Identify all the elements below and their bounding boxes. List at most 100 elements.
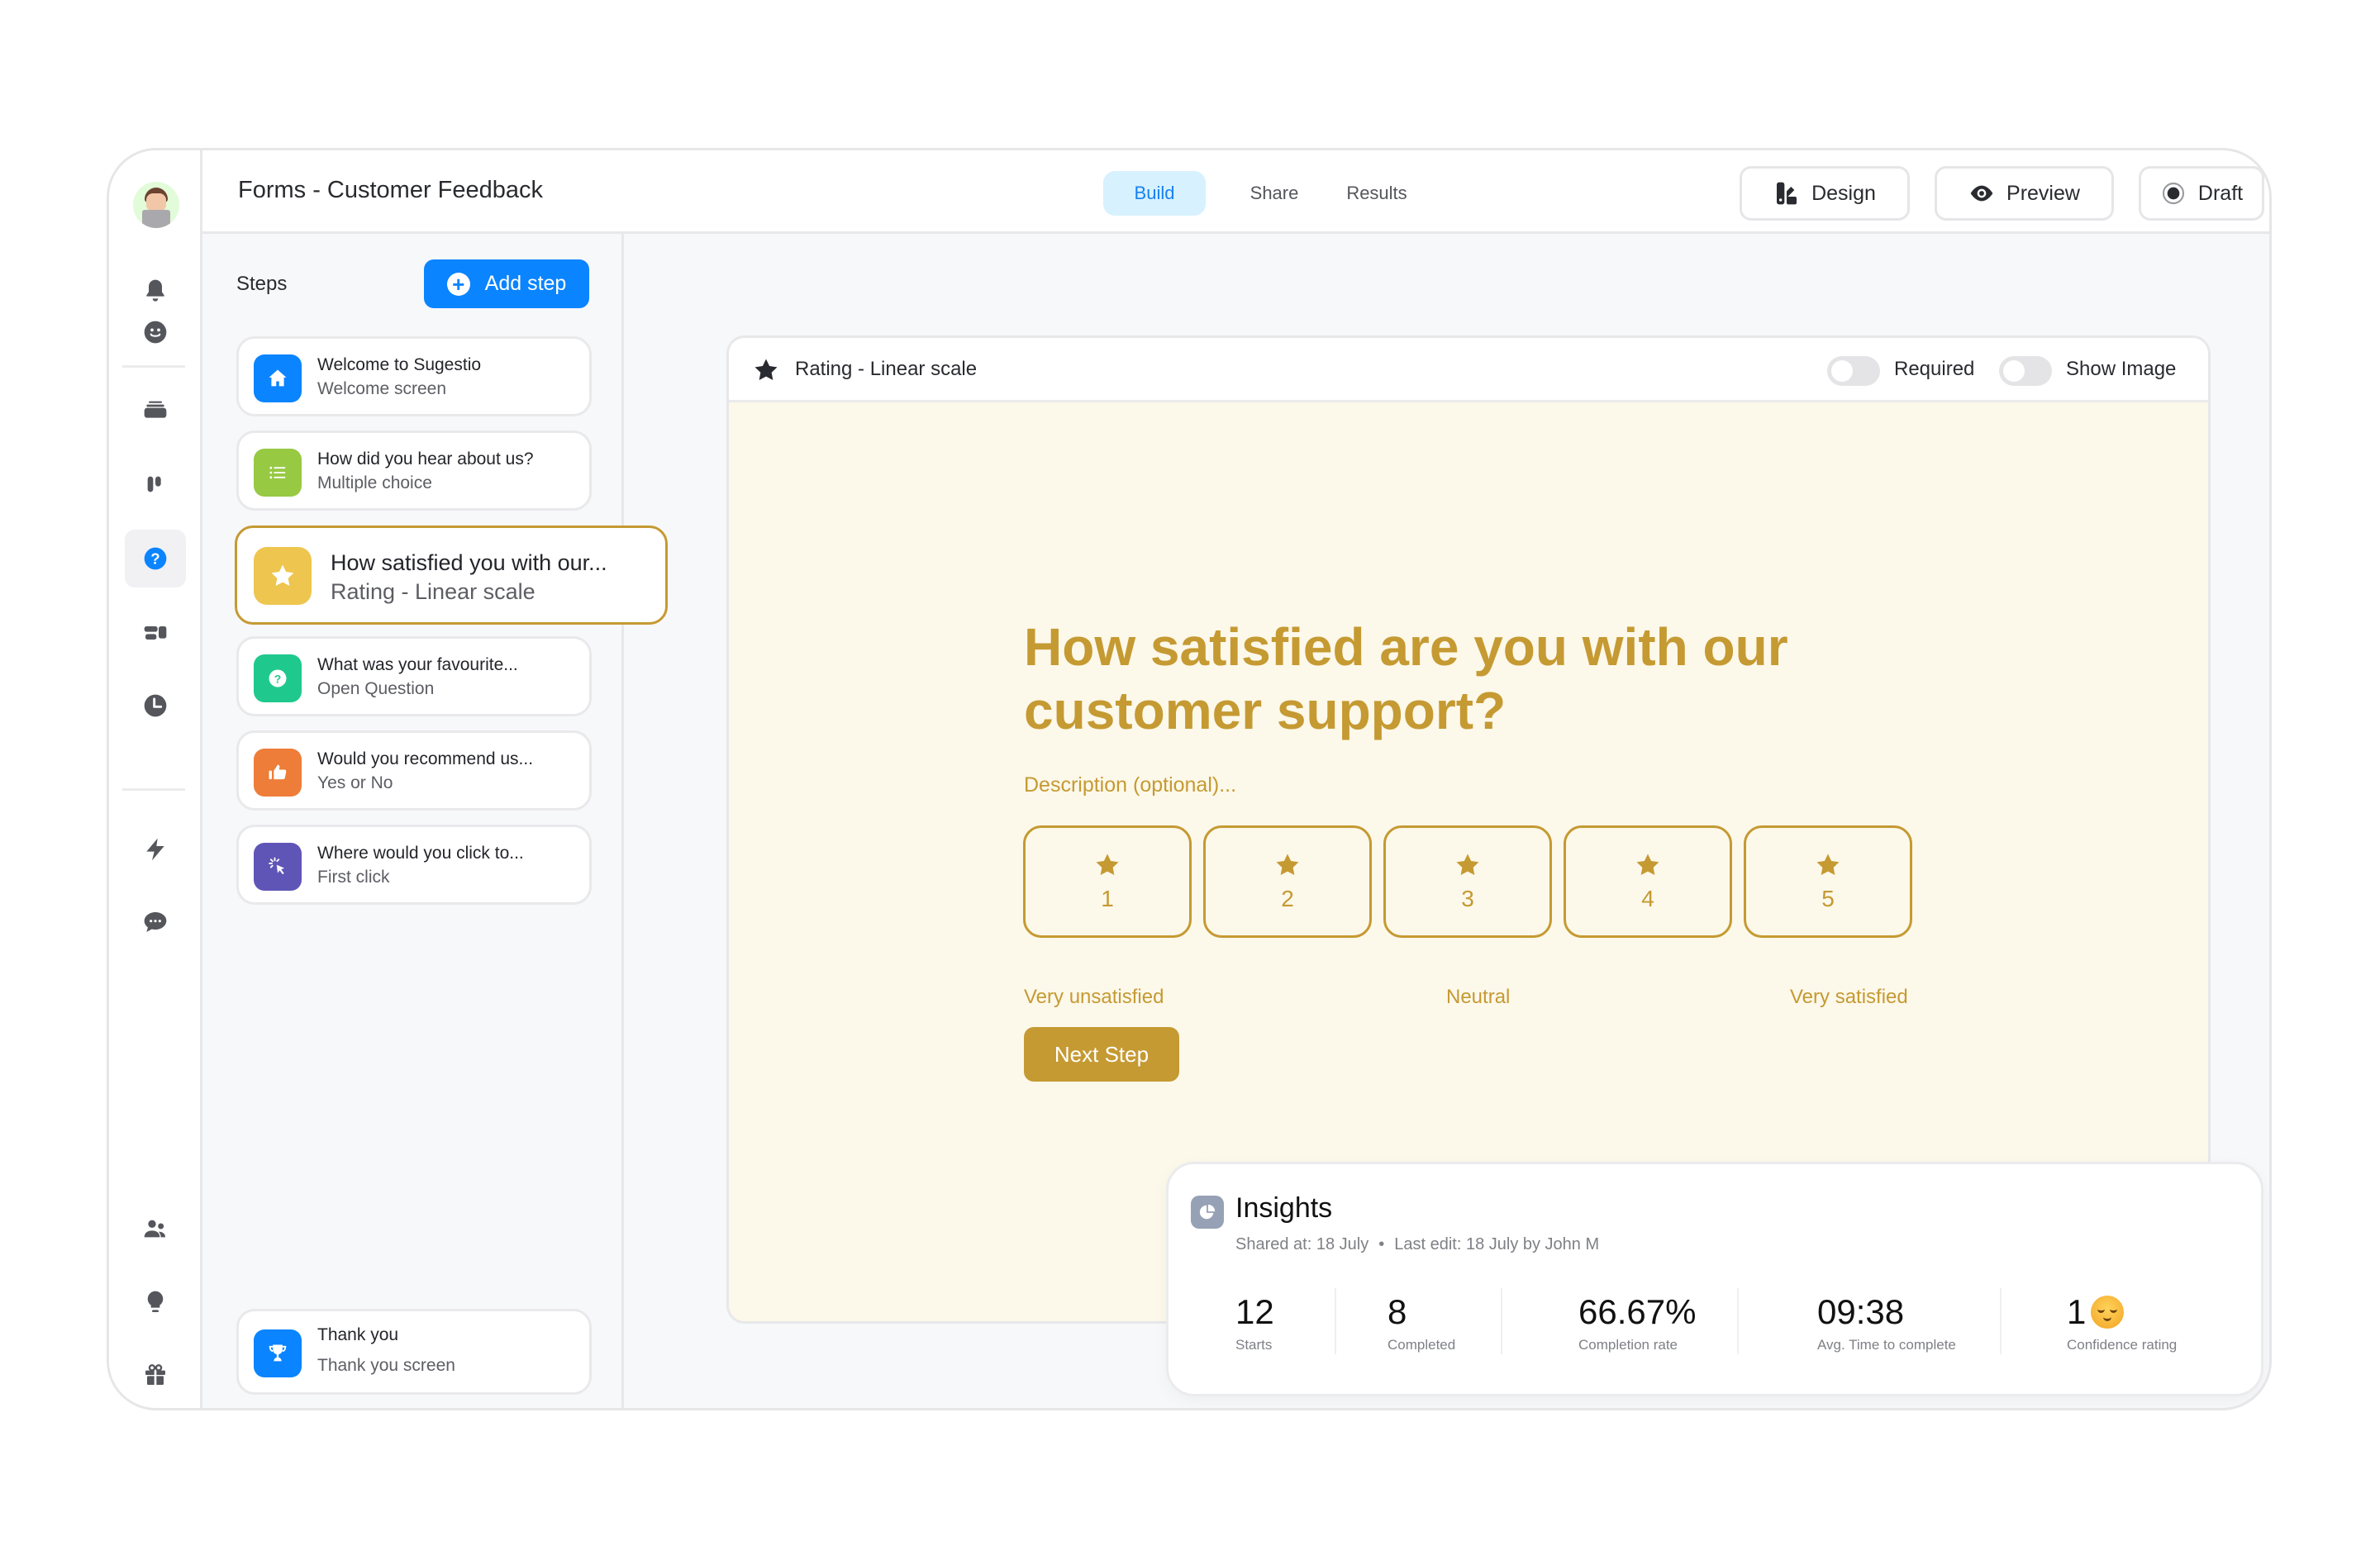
radio-dot-icon	[2162, 182, 2184, 205]
step-title: Welcome to Sugestio	[317, 355, 482, 374]
rating-option[interactable]: 1	[1023, 825, 1192, 938]
step-title: How satisfied you with our...	[331, 550, 607, 575]
rating-option[interactable]: 4	[1564, 825, 1732, 938]
tab-results[interactable]: Results	[1323, 171, 1430, 216]
tab-share[interactable]: Share	[1229, 171, 1320, 216]
gift-icon[interactable]	[125, 1346, 186, 1404]
add-step-button[interactable]: + Add step	[424, 259, 589, 308]
question-icon[interactable]: ?	[125, 530, 186, 587]
kanban-icon[interactable]	[125, 455, 186, 513]
steps-panel: Steps + Add step Welcome to Sugestio Wel…	[202, 234, 668, 1408]
rating-option[interactable]: 2	[1203, 825, 1372, 938]
rating-value: 1	[1101, 886, 1114, 911]
question-title[interactable]: How satisfied are you with our customer …	[1024, 616, 1933, 743]
smiley-icon[interactable]	[125, 303, 186, 361]
preview-button[interactable]: Preview	[1935, 166, 2114, 221]
stat-divider	[1501, 1288, 1502, 1354]
list-icon	[254, 449, 302, 497]
stat-label: Confidence rating	[2067, 1337, 2178, 1353]
preview-label: Preview	[2006, 181, 2080, 205]
stat-label: Completion rate	[1578, 1337, 1678, 1353]
stat-completed: 8 Completed	[1388, 1292, 1455, 1353]
scale-mid-label: Neutral	[1446, 986, 1511, 1008]
trophy-icon	[254, 1329, 302, 1377]
show-image-toggle[interactable]	[1999, 356, 2052, 386]
step-item[interactable]: Welcome to Sugestio Welcome screen	[236, 336, 592, 416]
stat-value: 8	[1388, 1292, 1407, 1331]
star-icon	[254, 547, 312, 605]
step-title: Thank you	[317, 1325, 399, 1344]
stat-divider	[2000, 1288, 2002, 1354]
show-image-label: Show Image	[2066, 358, 2177, 380]
rating-value: 2	[1281, 886, 1294, 911]
step-item[interactable]: Where would you click to... First click	[236, 825, 592, 905]
stat-completion-rate: 66.67% Completion rate	[1578, 1292, 1696, 1353]
step-item[interactable]: ? What was your favourite... Open Questi…	[236, 636, 592, 716]
rating-option[interactable]: 5	[1744, 825, 1912, 938]
step-item-thank-you[interactable]: Thank you Thank you screen	[236, 1309, 592, 1395]
step-type: Welcome screen	[317, 379, 447, 398]
star-icon	[1096, 854, 1119, 876]
step-type: Thank you screen	[317, 1356, 455, 1375]
avatar[interactable]	[133, 182, 179, 228]
top-header: Forms - Customer Feedback Build Share Re…	[202, 150, 2269, 234]
step-type: Multiple choice	[317, 473, 432, 492]
rating-value: 4	[1641, 886, 1654, 911]
draft-button[interactable]: Draft	[2139, 166, 2264, 221]
stat-divider	[1335, 1288, 1336, 1354]
star-icon	[754, 359, 778, 381]
draft-label: Draft	[2197, 181, 2244, 205]
star-icon	[1816, 854, 1840, 876]
step-type: Yes or No	[317, 773, 393, 792]
required-label: Required	[1894, 358, 1975, 380]
insights-card: Insights Shared at: 18 July • Last edit: 1…	[1166, 1162, 2263, 1396]
cursor-click-icon	[254, 843, 302, 891]
meta-separator: •	[1378, 1235, 1385, 1253]
scale-high-label: Very satisfied	[1790, 986, 1908, 1008]
step-item-active[interactable]: How satisfied you with our... Rating - L…	[235, 526, 668, 625]
svg-text:?: ?	[150, 550, 159, 568]
svg-text:?: ?	[274, 672, 282, 685]
scale-low-label: Very unsatisfied	[1024, 986, 1164, 1008]
pie-chart-icon	[1191, 1196, 1224, 1229]
page-title: Forms - Customer Feedback	[238, 177, 544, 203]
relieved-face-emoji-icon	[2091, 1296, 2125, 1329]
step-title: What was your favourite...	[317, 655, 518, 674]
description-input[interactable]: Description (optional)...	[1024, 773, 1236, 797]
clock-icon[interactable]	[125, 677, 186, 735]
question-icon: ?	[254, 654, 302, 702]
stat-divider	[1737, 1288, 1739, 1354]
sidebar-divider	[122, 365, 185, 368]
stat-starts: 12 Starts	[1235, 1292, 1274, 1353]
dashboard-icon[interactable]	[125, 604, 186, 662]
step-type: First click	[317, 868, 390, 887]
design-label: Design	[1811, 181, 1876, 205]
stat-label: Completed	[1388, 1337, 1456, 1353]
rating-option[interactable]: 3	[1383, 825, 1552, 938]
lightbulb-icon[interactable]	[125, 1273, 186, 1331]
design-button[interactable]: Design	[1740, 166, 1910, 221]
next-step-button[interactable]: Next Step	[1024, 1027, 1179, 1082]
plus-icon: +	[446, 272, 470, 296]
step-item[interactable]: Would you recommend us... Yes or No	[236, 730, 592, 811]
stat-value: 1	[2067, 1292, 2087, 1331]
users-icon[interactable]	[125, 1201, 186, 1258]
last-edit: Last edit: 18 July by John M	[1394, 1235, 1600, 1253]
lightning-icon[interactable]	[125, 820, 186, 878]
palette-icon	[1777, 182, 1797, 205]
stack-icon[interactable]	[125, 380, 186, 438]
star-icon	[1276, 854, 1299, 876]
rating-value: 5	[1821, 886, 1835, 911]
required-toggle[interactable]	[1827, 356, 1880, 386]
stat-label: Avg. Time to complete	[1817, 1337, 1956, 1353]
shared-date: Shared at: 18 July	[1235, 1235, 1369, 1253]
home-icon	[254, 354, 302, 402]
chat-icon[interactable]	[125, 893, 186, 951]
thumbs-up-icon	[254, 749, 302, 797]
tab-build[interactable]: Build	[1103, 171, 1206, 216]
step-type: Rating - Linear scale	[331, 579, 536, 604]
step-item[interactable]: How did you hear about us? Multiple choi…	[236, 430, 592, 511]
stat-value: 09:38	[1817, 1292, 1905, 1331]
star-icon	[1456, 854, 1479, 876]
stat-value-row: 1	[2067, 1292, 2177, 1332]
